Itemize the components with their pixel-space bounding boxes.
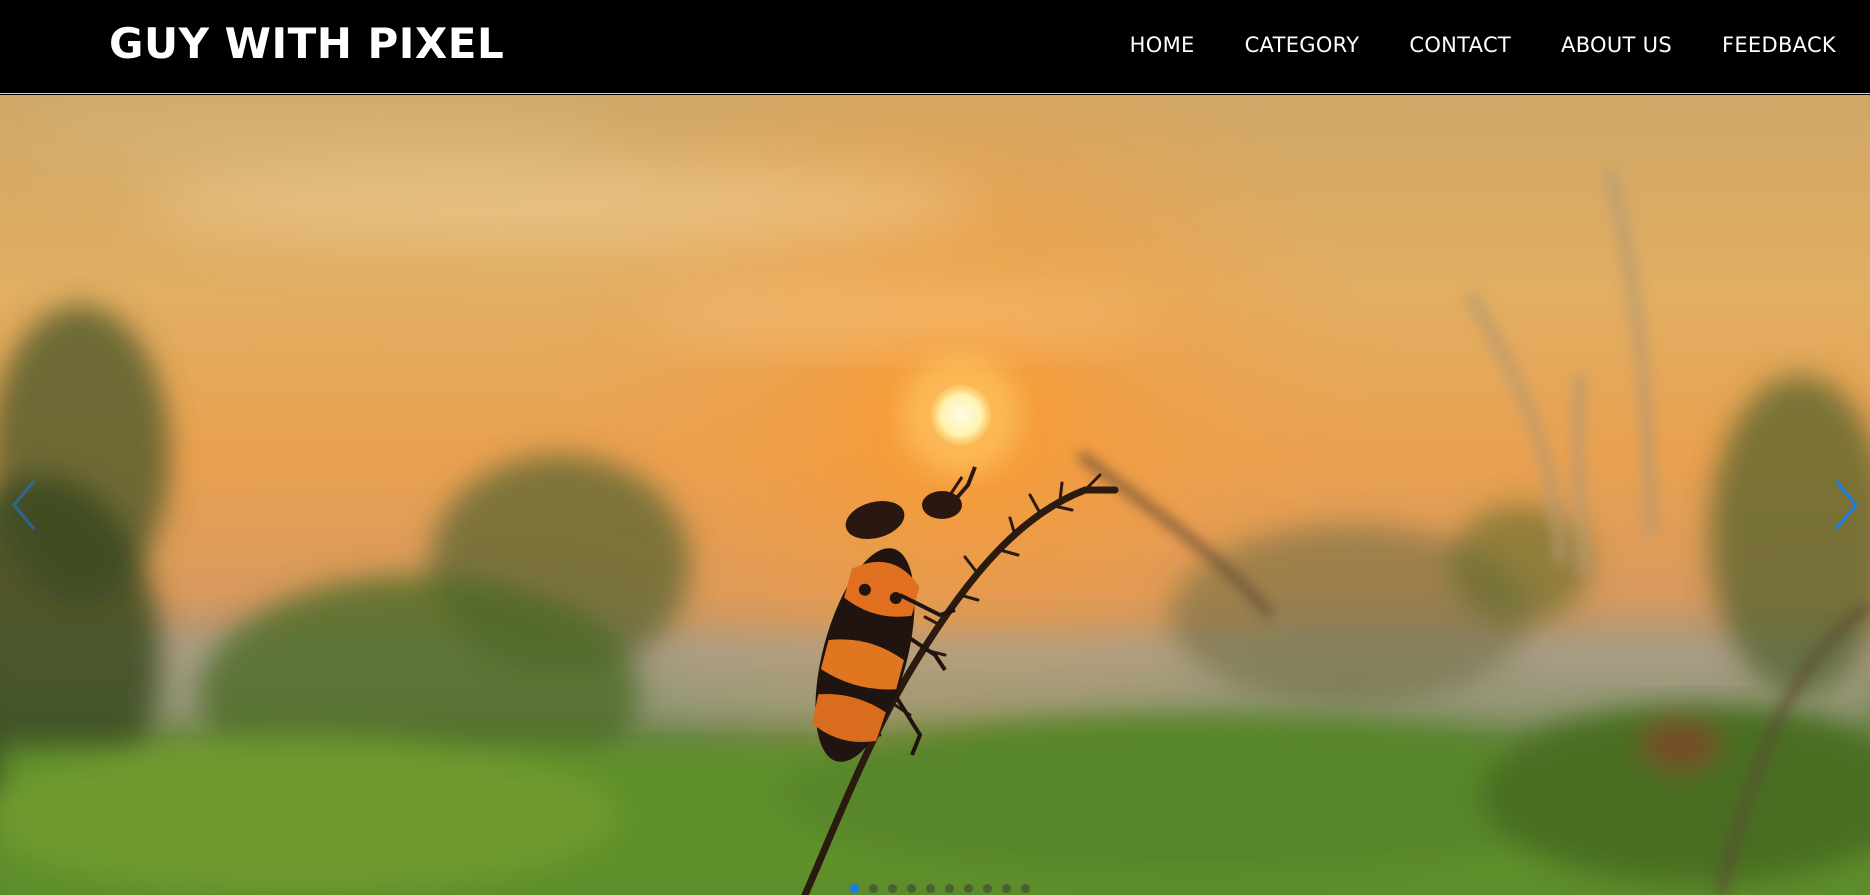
carousel-indicator[interactable]	[926, 883, 935, 893]
carousel-indicator[interactable]	[850, 883, 859, 893]
carousel-indicator[interactable]	[869, 883, 878, 893]
nav-link-category[interactable]: CATEGORY	[1245, 31, 1360, 59]
site-title[interactable]: GUY WITH PIXEL	[109, 19, 504, 69]
navbar: GUY WITH PIXEL HOME CATEGORY CONTACT ABO…	[0, 0, 1870, 94]
nav-link-contact[interactable]: CONTACT	[1409, 31, 1511, 59]
chevron-right-icon	[1834, 480, 1858, 530]
chevron-left-icon	[12, 480, 36, 530]
carousel-slide	[0, 95, 1870, 895]
carousel-indicator[interactable]	[945, 883, 954, 893]
nav-menu: HOME CATEGORY CONTACT ABOUT US FEEDBACK	[1130, 31, 1836, 59]
carousel-indicators	[850, 881, 1030, 895]
carousel-prev-button[interactable]	[4, 473, 44, 537]
nav-link-home[interactable]: HOME	[1130, 31, 1195, 59]
carousel-indicator[interactable]	[983, 883, 992, 893]
carousel-indicator[interactable]	[1002, 883, 1011, 893]
hero-carousel	[0, 95, 1870, 895]
carousel-indicator[interactable]	[907, 883, 916, 893]
carousel-indicator[interactable]	[964, 883, 973, 893]
carousel-indicator[interactable]	[888, 883, 897, 893]
carousel-next-button[interactable]	[1826, 473, 1866, 537]
nav-link-about-us[interactable]: ABOUT US	[1561, 31, 1672, 59]
carousel-indicator[interactable]	[1021, 883, 1030, 893]
sunset-beetle-photo	[0, 95, 1870, 895]
nav-link-feedback[interactable]: FEEDBACK	[1722, 31, 1836, 59]
